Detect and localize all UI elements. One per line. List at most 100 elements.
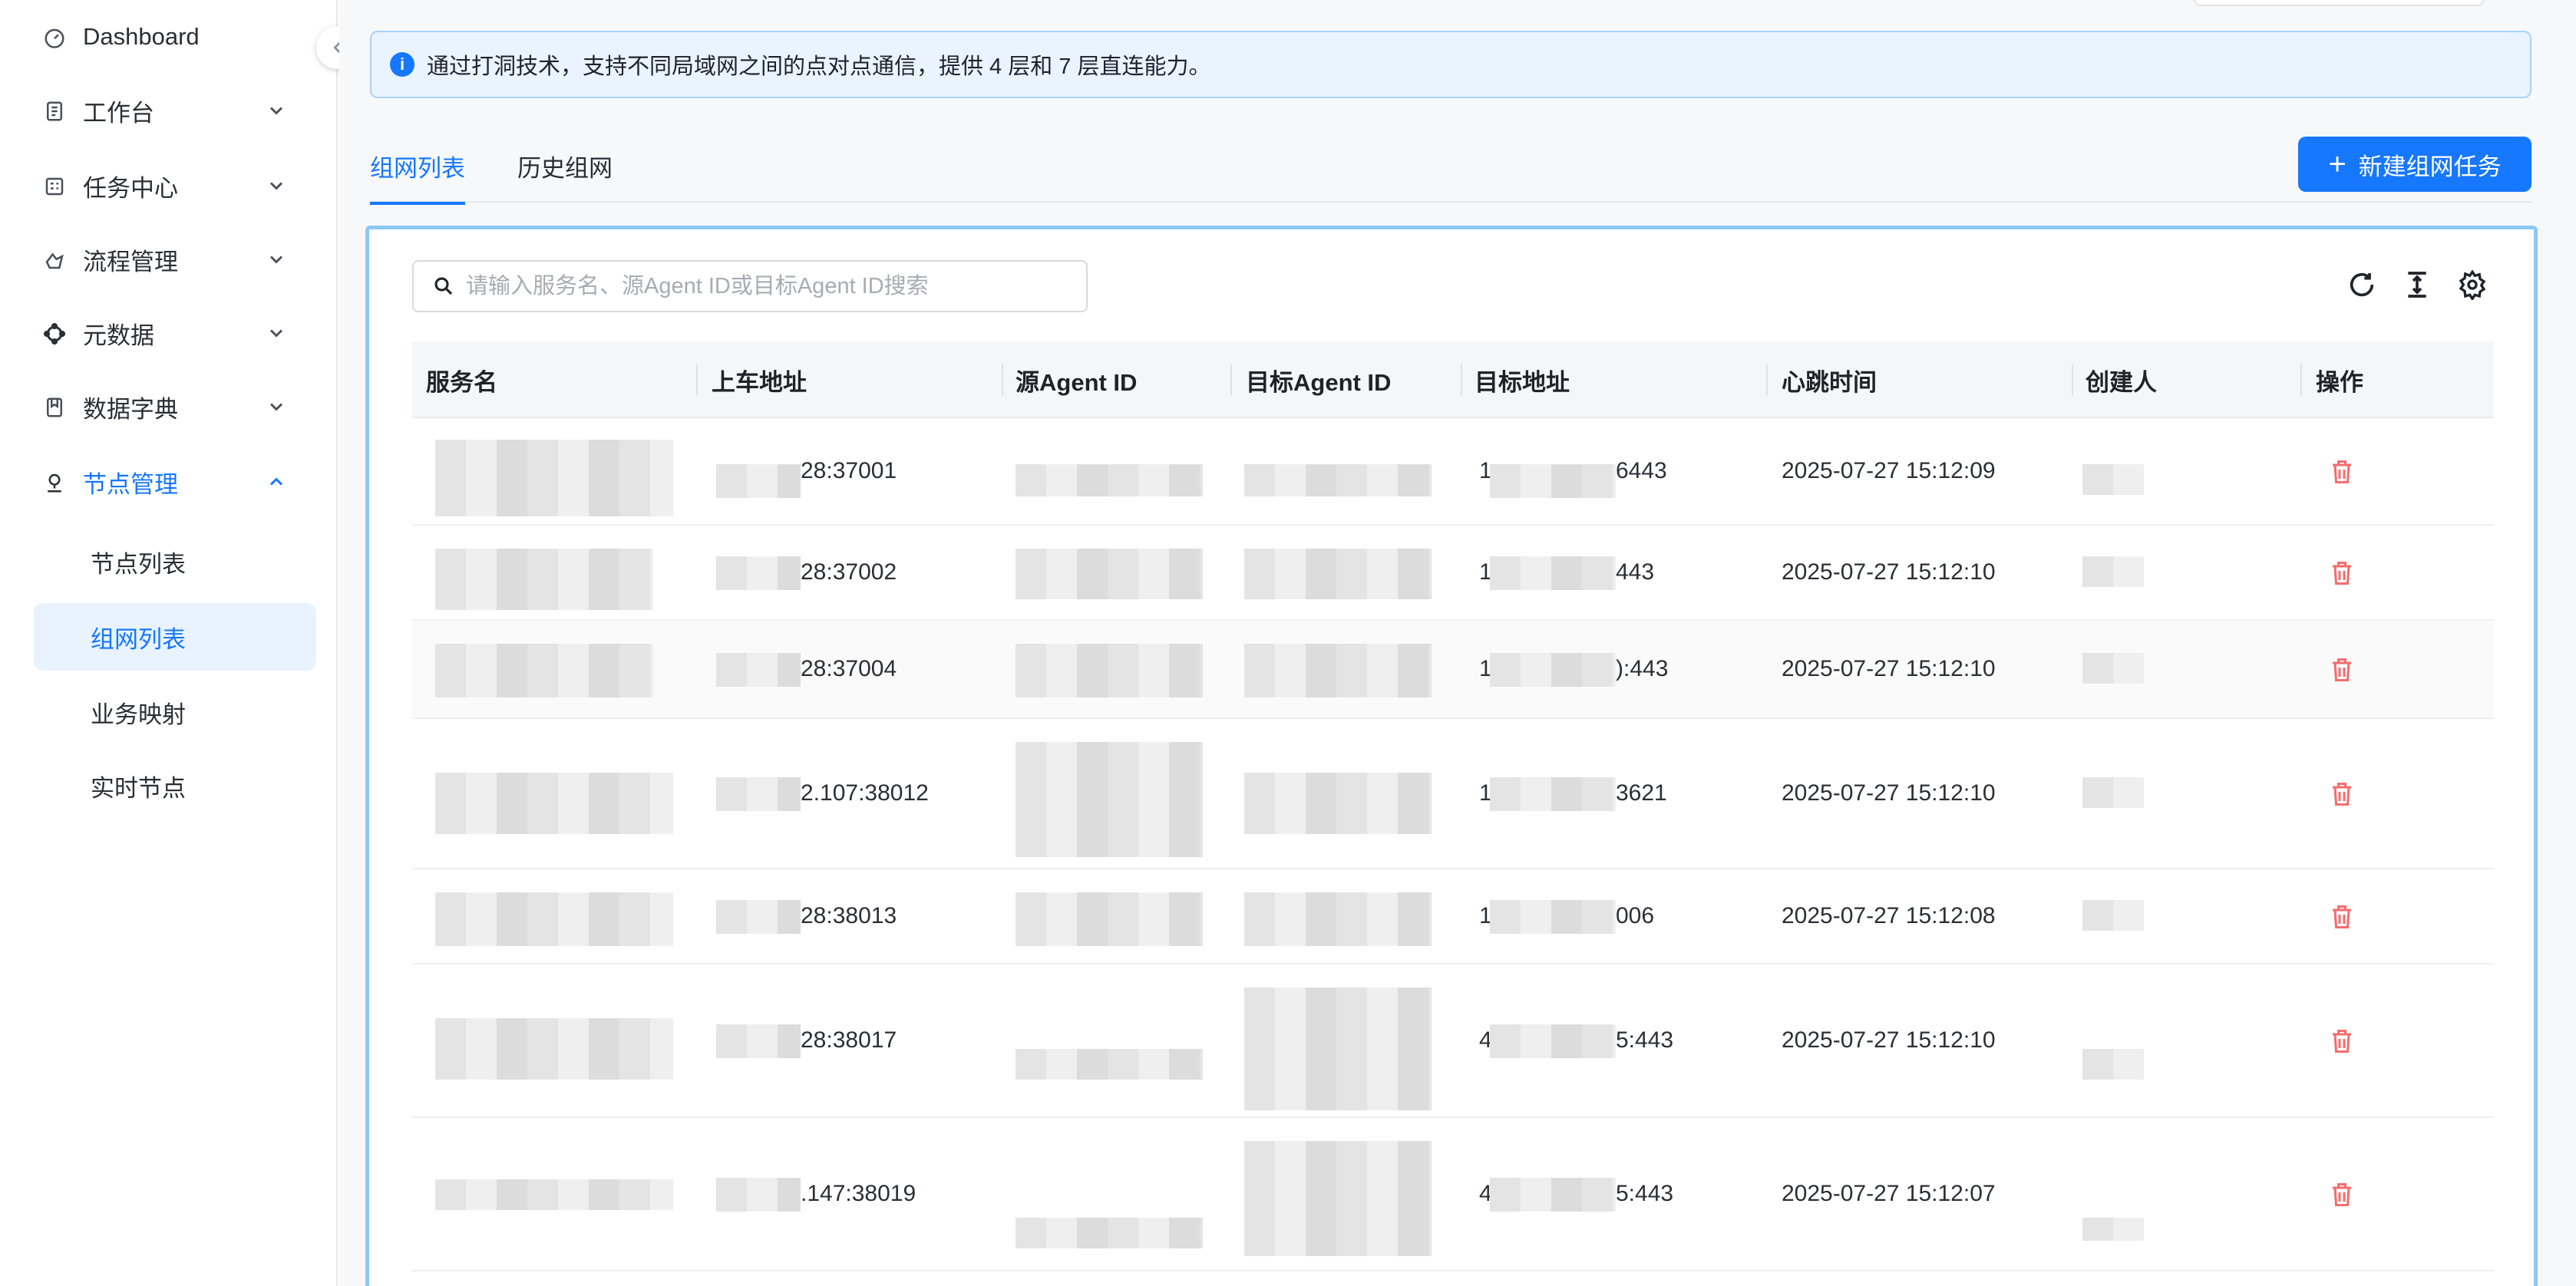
redacted-cell (1244, 988, 1432, 1110)
redacted-cell (1244, 549, 1432, 599)
delete-icon[interactable] (2328, 903, 2356, 931)
tab-history-network[interactable]: 历史组网 (517, 149, 613, 202)
target-address-cell: 443 (1616, 559, 1655, 585)
table-row[interactable]: 28:37002 1 443 2025-07-27 15:12:10 (412, 526, 2494, 621)
search-input[interactable] (466, 273, 1065, 299)
new-network-task-label: 新建组网任务 (2358, 153, 2502, 180)
table-row[interactable]: 2.107:38012 1 3621 2025-07-27 15:12:10 (412, 719, 2494, 869)
heartbeat-cell: 2025-07-27 15:12:10 (1782, 559, 1996, 585)
top-control[interactable] (2194, 0, 2484, 6)
column-height-icon[interactable] (2402, 269, 2432, 300)
redacted-cell (1016, 644, 1203, 697)
sidebar-subitem-label: 业务映射 (91, 701, 186, 728)
column-header-creator: 创建人 (2086, 368, 2157, 396)
refresh-icon[interactable] (2346, 269, 2377, 300)
delete-icon[interactable] (2328, 1027, 2356, 1055)
heartbeat-cell: 2025-07-27 15:12:09 (1782, 458, 1996, 483)
redacted-cell (1490, 464, 1616, 498)
new-network-task-button[interactable]: + 新建组网任务 (2298, 137, 2531, 192)
sidebar-subitem-business-mapping[interactable]: 业务映射 (34, 678, 316, 746)
sidebar-item-node-management[interactable]: 节点管理 (0, 448, 338, 516)
table-row[interactable]: 28:37004 1 ):443 2025-07-27 15:12:10 (412, 621, 2494, 719)
table-row[interactable]: 28:37001 1 6443 2025-07-27 15:12:09 (412, 418, 2494, 526)
redacted-cell (716, 900, 801, 934)
search-icon (434, 277, 453, 295)
table-card: 服务名 上车地址 源Agent ID 目标Agent ID 目标地址 心跳时间 … (365, 226, 2538, 1286)
flow-icon (45, 252, 64, 269)
table-row[interactable]: 28:38013 1 006 2025-07-27 15:12:08 (412, 869, 2494, 964)
redacted-cell (1244, 892, 1432, 946)
heartbeat-cell: 2025-07-27 15:12:07 (1782, 1181, 1996, 1206)
sidebar-item-label: 数据字典 (83, 395, 178, 423)
chevron-down-icon (269, 107, 283, 115)
sidebar-subitem-label: 实时节点 (91, 774, 186, 802)
redacted-cell (1244, 464, 1432, 496)
sidebar-item-label: 元数据 (83, 322, 154, 349)
sidebar-item-task-center[interactable]: 任务中心 (0, 152, 338, 219)
redacted-cell (716, 556, 801, 590)
info-icon: i (390, 52, 414, 77)
chevron-down-icon (269, 403, 283, 411)
column-header-source-agent-id: 源Agent ID (1016, 368, 1138, 396)
delete-icon[interactable] (2328, 559, 2356, 587)
sidebar-item-label: 工作台 (83, 99, 154, 127)
settings-icon[interactable] (2457, 269, 2488, 300)
redacted-cell (1016, 549, 1203, 599)
sidebar-item-data-dictionary[interactable]: 数据字典 (0, 373, 338, 440)
column-header-target-address: 目标地址 (1475, 368, 1570, 396)
redacted-cell (435, 892, 673, 946)
target-address-cell: 5:443 (1616, 1181, 1674, 1206)
table-row[interactable]: 28:38017 4 5:443 2025-07-27 15:12:10 (412, 964, 2494, 1118)
dictionary-icon (47, 397, 62, 417)
address-cell: .147:38019 (801, 1181, 916, 1206)
redacted-cell (1490, 1178, 1616, 1212)
info-alert: i 通过打洞技术，支持不同局域网之间的点对点通信，提供 4 层和 7 层直连能力… (370, 31, 2531, 98)
sidebar-subitem-label: 组网列表 (91, 625, 186, 653)
sidebar-item-metadata[interactable]: 元数据 (0, 299, 338, 367)
tabs: 组网列表 历史组网 (370, 135, 2531, 205)
sidebar-item-label: 任务中心 (83, 174, 178, 202)
chevron-up-icon (269, 477, 283, 486)
sidebar-item-label: 节点管理 (83, 470, 178, 498)
delete-icon[interactable] (2328, 656, 2356, 684)
redacted-cell (2082, 1218, 2144, 1241)
target-address-cell: 006 (1616, 903, 1655, 928)
dashboard-icon (45, 28, 64, 48)
redacted-cell (2082, 556, 2144, 587)
redacted-cell (1016, 1049, 1203, 1080)
sidebar-subitem-network-list[interactable]: 组网列表 (34, 603, 316, 671)
sidebar-item-workbench[interactable]: 工作台 (0, 77, 338, 144)
sidebar-item-dashboard[interactable]: Dashboard (0, 3, 338, 71)
sidebar-subitem-realtime-nodes[interactable]: 实时节点 (34, 752, 316, 819)
redacted-cell (2082, 777, 2144, 808)
chevron-down-icon (269, 182, 283, 190)
table-row[interactable]: .147:38019 4 5:443 2025-07-27 15:12:07 (412, 1118, 2494, 1271)
delete-icon[interactable] (2328, 1181, 2356, 1209)
delete-icon[interactable] (2328, 458, 2356, 486)
redacted-cell (1244, 644, 1432, 697)
search-box[interactable] (412, 260, 1088, 312)
redacted-cell (1490, 777, 1616, 811)
address-cell: 2.107:38012 (801, 780, 929, 806)
column-header-address: 上车地址 (712, 368, 807, 396)
sidebar-item-label: 流程管理 (83, 248, 178, 275)
redacted-cell (435, 549, 653, 610)
sidebar-item-flow-management[interactable]: 流程管理 (0, 226, 338, 293)
redacted-cell (1016, 1218, 1203, 1248)
node-icon (48, 473, 61, 493)
sidebar-item-label: Dashboard (83, 23, 200, 50)
column-header-heartbeat: 心跳时间 (1782, 368, 1877, 396)
sidebar-subitem-node-list[interactable]: 节点列表 (34, 528, 316, 595)
redacted-cell (435, 644, 653, 697)
redacted-cell (435, 773, 673, 834)
redacted-cell (1244, 773, 1432, 834)
redacted-cell (435, 440, 673, 516)
redacted-cell (2082, 900, 2144, 931)
redacted-cell (2082, 653, 2144, 684)
delete-icon[interactable] (2328, 780, 2356, 808)
column-header-target-agent-id: 目标Agent ID (1246, 368, 1392, 396)
redacted-cell (1016, 464, 1203, 496)
tab-network-list[interactable]: 组网列表 (370, 149, 465, 205)
redacted-cell (2082, 464, 2144, 495)
redacted-cell (716, 1024, 801, 1058)
